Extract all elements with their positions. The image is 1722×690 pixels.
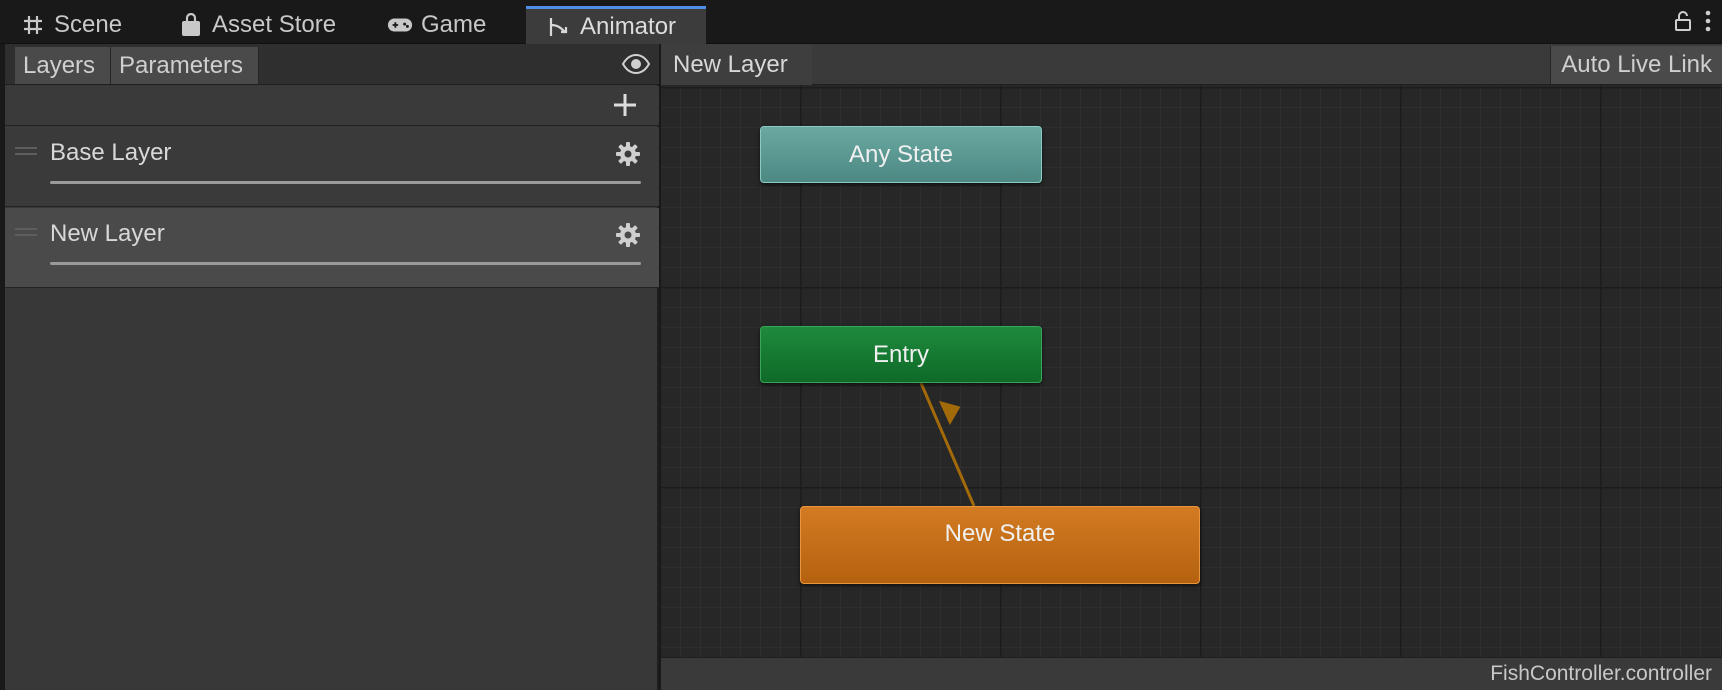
tab-scene[interactable]: Scene bbox=[0, 6, 122, 44]
gear-icon[interactable] bbox=[615, 141, 641, 172]
layer-name: Base Layer bbox=[50, 139, 172, 166]
layer-list-header bbox=[5, 86, 659, 126]
node-label: Entry bbox=[872, 340, 929, 368]
node-label: New State bbox=[944, 520, 1056, 547]
drag-handle-icon[interactable] bbox=[15, 147, 37, 155]
window-controls bbox=[1674, 10, 1712, 37]
tab-parameters[interactable]: Parameters bbox=[111, 47, 259, 84]
grid-icon bbox=[20, 12, 46, 38]
weight-slider[interactable] bbox=[50, 262, 641, 265]
tab-asset-store[interactable]: Asset Store bbox=[158, 6, 336, 44]
gear-icon[interactable] bbox=[615, 222, 641, 253]
gamepad-icon bbox=[387, 12, 413, 38]
animator-icon bbox=[546, 14, 572, 40]
eye-icon[interactable] bbox=[621, 53, 651, 79]
tab-label: Parameters bbox=[119, 51, 244, 79]
drag-handle-icon[interactable] bbox=[15, 228, 37, 236]
kebab-menu-icon[interactable] bbox=[1704, 10, 1712, 37]
tab-label: Animator bbox=[580, 12, 677, 40]
editor-tab-bar: Scene Asset Store Game Animator bbox=[0, 0, 1722, 44]
tab-layers[interactable]: Layers bbox=[15, 47, 111, 84]
panel-toolbar: Layers Parameters bbox=[5, 44, 659, 85]
layer-name: New Layer bbox=[50, 220, 165, 247]
entry-node[interactable]: Entry bbox=[760, 326, 1042, 383]
tab-label: Asset Store bbox=[212, 11, 337, 38]
weight-slider[interactable] bbox=[50, 181, 641, 184]
tab-label: Game bbox=[421, 11, 487, 38]
tab-animator[interactable]: Animator bbox=[526, 6, 706, 44]
new-state-node[interactable]: New State bbox=[800, 506, 1200, 584]
lock-icon[interactable] bbox=[1674, 10, 1692, 37]
layer-item-new-layer[interactable]: New Layer bbox=[5, 208, 659, 288]
state-machine-graph[interactable]: New Layer Auto Live Link Any State Entry… bbox=[661, 44, 1722, 690]
controller-file-name: FishController.controller bbox=[1490, 662, 1712, 685]
tab-label: Scene bbox=[54, 11, 123, 38]
layers-panel: Layers Parameters Base Layer New Layer bbox=[5, 44, 659, 690]
any-state-node[interactable]: Any State bbox=[760, 126, 1042, 183]
shopping-bag-icon bbox=[178, 12, 204, 38]
status-bar: FishController.controller bbox=[661, 657, 1722, 690]
tab-game[interactable]: Game bbox=[367, 6, 486, 44]
node-label: Any State bbox=[848, 140, 954, 168]
tab-label: Layers bbox=[23, 51, 96, 79]
plus-icon[interactable] bbox=[611, 91, 639, 124]
layer-item-base-layer[interactable]: Base Layer bbox=[5, 127, 659, 207]
